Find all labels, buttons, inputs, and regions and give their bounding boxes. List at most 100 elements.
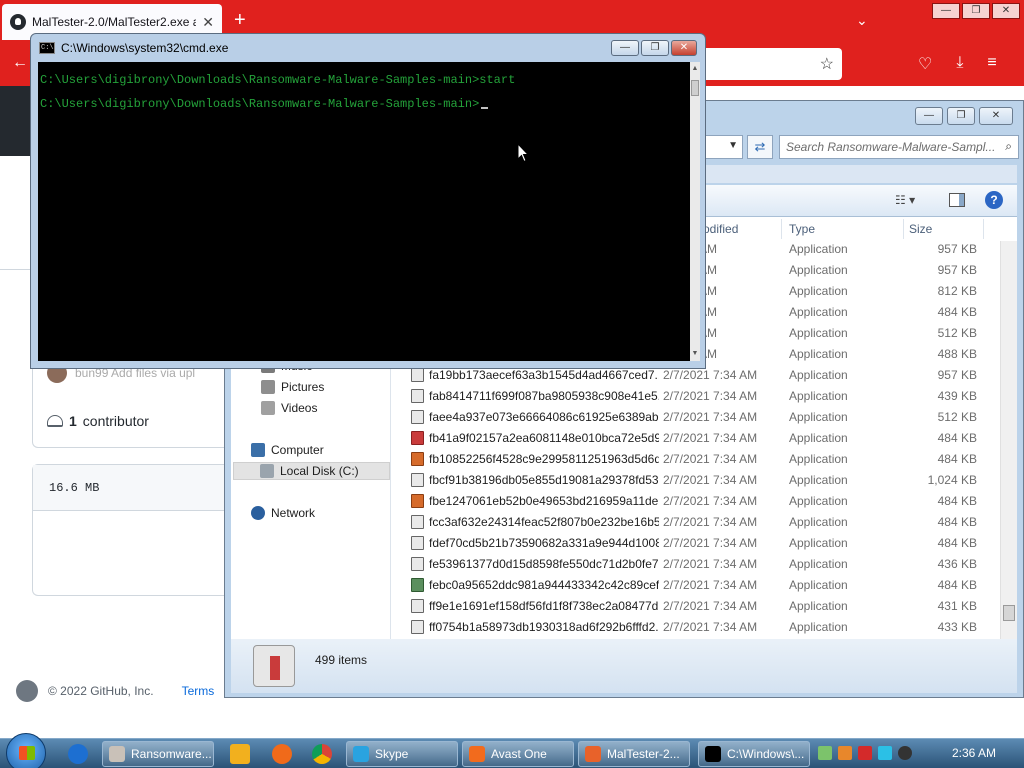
- search-box[interactable]: Search Ransomware-Malware-Sampl... ⌕: [779, 135, 1019, 159]
- github-header: [0, 86, 30, 156]
- maximize-button[interactable]: ❐: [641, 40, 669, 56]
- cmd-icon: C:\: [39, 42, 55, 54]
- contributors[interactable]: 1 contributor: [47, 413, 149, 429]
- tray-network-icon[interactable]: [878, 746, 892, 760]
- url-bar[interactable]: ☆: [700, 48, 842, 80]
- table-row[interactable]: fb10852256f4528c9e2995811251963d5d6d... 2…: [391, 449, 999, 470]
- nav-item-pictures[interactable]: Pictures: [261, 380, 324, 394]
- tray-flag-icon[interactable]: [858, 746, 872, 760]
- table-row[interactable]: fcc3af632e24314feac52f807b0e232be16b5...…: [391, 512, 999, 533]
- table-row[interactable]: ff9e1e1691ef158df56fd1f8f738ec2a08477d..…: [391, 596, 999, 617]
- address-dropdown-icon[interactable]: ▼: [728, 140, 738, 151]
- preview-pane-icon[interactable]: [949, 193, 965, 207]
- close-button[interactable]: ✕: [979, 107, 1013, 125]
- file-date: 2/7/2021 7:34 AM: [663, 620, 758, 634]
- column-separator[interactable]: [983, 219, 984, 239]
- nav-item-videos[interactable]: Videos: [261, 401, 317, 415]
- column-separator[interactable]: [903, 219, 904, 239]
- close-button[interactable]: ✕: [992, 3, 1020, 19]
- column-size[interactable]: Size: [909, 217, 932, 241]
- taskbar-app-icon: [469, 746, 485, 762]
- cmd-titlebar[interactable]: C:\ C:\Windows\system32\cmd.exe: [39, 41, 228, 55]
- application-file-icon: [411, 578, 424, 592]
- close-button[interactable]: ✕: [671, 40, 697, 56]
- internet-explorer-icon[interactable]: [68, 744, 88, 764]
- nav-item-local-disk[interactable]: Local Disk (C:): [233, 462, 390, 480]
- file-type: Application: [789, 494, 848, 508]
- media-player-icon[interactable]: [230, 744, 250, 764]
- scrollbar-thumb[interactable]: [1003, 605, 1015, 621]
- vertical-scrollbar[interactable]: [1000, 241, 1017, 639]
- console-line: C:\Users\digibrony\Downloads\Ransomware-…: [40, 73, 516, 87]
- cmd-window: C:\ C:\Windows\system32\cmd.exe — ❐ ✕ C:…: [30, 33, 706, 369]
- minimize-button[interactable]: —: [932, 3, 960, 19]
- maximize-button[interactable]: ❐: [947, 107, 975, 125]
- tray-volume-icon[interactable]: [898, 746, 912, 760]
- cmd-scrollbar[interactable]: ▲ ▼: [690, 62, 700, 361]
- tray-app-icon[interactable]: [818, 746, 832, 760]
- taskbar-label: Avast One: [491, 747, 547, 761]
- taskbar-button[interactable]: MalTester-2...: [578, 741, 690, 767]
- taskbar-button[interactable]: Ransomware...: [102, 741, 214, 767]
- table-row[interactable]: fb41a9f02157a2ea6081148e010bca72e5d9... 2…: [391, 428, 999, 449]
- file-date: 2/7/2021 7:34 AM: [663, 557, 758, 571]
- taskbar-app-icon: [705, 746, 721, 762]
- terms-link[interactable]: Terms: [182, 684, 215, 698]
- tray-avast-icon[interactable]: [838, 746, 852, 760]
- github-logo-icon[interactable]: [16, 680, 38, 702]
- table-row[interactable]: fe53961377d0d15d8598fe550dc71d2b0fe7... 2…: [391, 554, 999, 575]
- start-button[interactable]: [6, 733, 46, 768]
- cmd-console[interactable]: C:\Users\digibrony\Downloads\Ransomware-…: [38, 62, 690, 361]
- taskbar-button[interactable]: C:\Windows\...: [698, 741, 810, 767]
- table-row[interactable]: fbcf91b38196db05e855d19081a29378fd53... 2…: [391, 470, 999, 491]
- taskbar-button[interactable]: Avast One: [462, 741, 574, 767]
- table-row[interactable]: fab8414711f699f087ba9805938c908e41e5... 2…: [391, 386, 999, 407]
- file-name: fab8414711f699f087ba9805938c908e41e5...: [429, 389, 659, 403]
- nav-item-computer[interactable]: Computer: [251, 443, 324, 457]
- file-name: fb41a9f02157a2ea6081148e010bca72e5d9...: [429, 431, 659, 445]
- file-size: 433 KB: [937, 620, 977, 634]
- restore-button[interactable]: ❐: [962, 3, 990, 19]
- search-placeholder: Search Ransomware-Malware-Sampl...: [786, 140, 996, 154]
- column-date-modified[interactable]: odified: [703, 217, 738, 241]
- minimize-button[interactable]: —: [611, 40, 639, 56]
- minimize-button[interactable]: —: [915, 107, 943, 125]
- chrome-icon[interactable]: [312, 744, 332, 764]
- back-arrow-icon[interactable]: ←: [12, 54, 28, 72]
- file-type: Application: [789, 263, 848, 277]
- new-tab-button[interactable]: +: [234, 10, 246, 30]
- change-view-icon[interactable]: ☷ ▾: [895, 193, 915, 207]
- search-icon[interactable]: ⌕: [1005, 139, 1012, 154]
- table-row[interactable]: fbe1247061eb52b0e49653bd216959a11de... 2/…: [391, 491, 999, 512]
- scroll-up-arrow-icon[interactable]: ▲: [690, 64, 700, 74]
- file-name: fa19bb173aecef63a3b1545d4ad4667ced7...: [429, 368, 659, 382]
- avast-quick-icon[interactable]: [272, 744, 292, 764]
- bookmark-star-icon[interactable]: ☆: [820, 54, 834, 74]
- refresh-icon[interactable]: ⇄: [747, 135, 773, 159]
- nav-item-network[interactable]: Network: [251, 506, 315, 520]
- table-row[interactable]: fdef70cd5b21b73590682a331a9e944d1008... 2…: [391, 533, 999, 554]
- table-row[interactable]: febc0a95652ddc981a944433342c42c89cef... 2…: [391, 575, 999, 596]
- menu-icon[interactable]: ≡: [987, 54, 996, 74]
- close-tab-icon[interactable]: ✕: [202, 14, 214, 31]
- commit-box: bun99 Add files via upl 1 contributor: [32, 356, 232, 448]
- copyright: © 2022 GitHub, Inc.: [48, 684, 154, 698]
- column-type[interactable]: Type: [789, 217, 815, 241]
- column-separator[interactable]: [781, 219, 782, 239]
- taskbar-label: Skype: [375, 747, 409, 761]
- table-row[interactable]: faee4a937e073e66664086c61925e6389ab7... 2…: [391, 407, 999, 428]
- nav-label: Network: [271, 506, 316, 520]
- scrollbar-thumb[interactable]: [691, 80, 699, 96]
- taskbar-button[interactable]: Skype: [346, 741, 458, 767]
- table-row[interactable]: ff0754b1a58973db1930318ad6f292b6fffd2...…: [391, 617, 999, 638]
- list-tabs-chevron-icon[interactable]: ⌄: [856, 12, 868, 29]
- clock[interactable]: 2:36 AM: [952, 746, 996, 760]
- pocket-icon[interactable]: ♡: [918, 54, 932, 74]
- scroll-down-arrow-icon[interactable]: ▼: [690, 349, 700, 359]
- file-date: 2/7/2021 7:34 AM: [663, 578, 758, 592]
- text-cursor: [481, 107, 489, 109]
- downloads-icon[interactable]: ⤓: [956, 54, 963, 74]
- help-icon[interactable]: ?: [985, 191, 1003, 209]
- file-size: 512 KB: [937, 326, 977, 340]
- application-file-icon: [411, 452, 424, 466]
